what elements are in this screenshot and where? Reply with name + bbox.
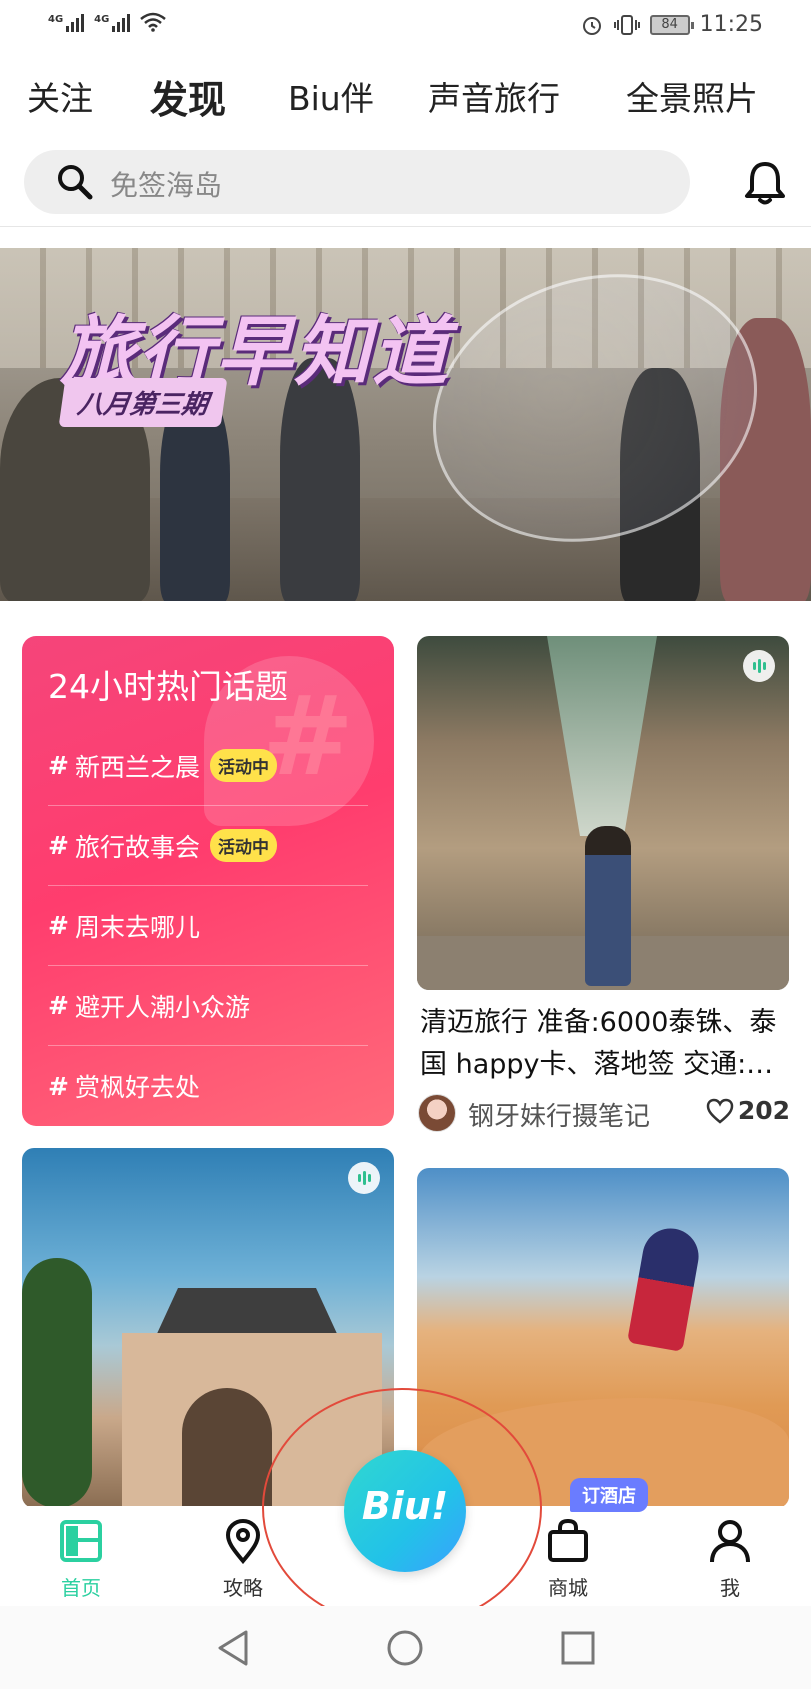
feed-card-image[interactable] [417, 1168, 789, 1508]
photo-tree [22, 1258, 92, 1508]
author-row: 钢牙妹行摄笔记 202 [418, 1094, 790, 1136]
vibrate-icon [613, 14, 640, 35]
feed-card-image[interactable] [22, 1148, 394, 1508]
like-count: 202 [737, 1096, 790, 1125]
bell-icon[interactable] [740, 158, 790, 208]
hot-topics-card[interactable]: # 24小时热门话题 # 新西兰之晨 活动中 # 旅行故事会 活动中 # 周末去… [22, 636, 394, 1126]
status-bar-left: 4G 4G [48, 12, 167, 32]
nav-shop[interactable]: 商城 [528, 1518, 608, 1601]
home-circle-icon[interactable] [385, 1628, 425, 1668]
photo-roof [155, 1288, 339, 1338]
tab-biu-partner[interactable]: Biu伴 [288, 72, 374, 120]
clock: 11:25 [699, 12, 763, 37]
tab-follow[interactable]: 关注 [27, 72, 93, 120]
top-tabs: 关注 发现 Biu伴 声音旅行 全景照片 [0, 72, 811, 128]
hash-icon: # [48, 911, 69, 940]
banner[interactable]: 旅行早知道 八月第三期 [0, 248, 811, 601]
hot-topic-item[interactable]: # 新西兰之晨 活动中 [48, 726, 368, 806]
hot-topics-title: 24小时热门话题 [48, 667, 288, 706]
hot-topic-label: 避开人潮小众游 [74, 992, 250, 1022]
search-input[interactable]: 免签海岛 [24, 150, 690, 214]
hot-topic-item[interactable]: # 避开人潮小众游 [48, 966, 368, 1046]
like-button[interactable]: 202 [706, 1096, 790, 1125]
feed-card-image[interactable] [417, 636, 789, 990]
feed-card-title[interactable]: 清迈旅行 准备:6000泰铢、泰国 happy卡、落地签 交通:… [420, 1002, 790, 1086]
hot-topic-label: 新西兰之晨 [74, 752, 200, 782]
status-bar-right: 84 11:25 [580, 12, 763, 37]
active-badge: 活动中 [209, 829, 277, 862]
nav-guide[interactable]: 攻略 [203, 1518, 283, 1601]
nav-guide-label: 攻略 [223, 1576, 263, 1600]
tab-panorama[interactable]: 全景照片 [626, 72, 758, 120]
signal-icon: 4G [94, 14, 131, 32]
network-type: 4G [48, 14, 64, 25]
biu-button[interactable]: Biu! [344, 1450, 466, 1572]
network-type: 4G [94, 14, 110, 25]
battery-icon: 84 [649, 14, 694, 35]
back-icon[interactable] [214, 1628, 254, 1668]
recents-icon[interactable] [558, 1628, 598, 1668]
location-pin-icon [225, 1518, 261, 1565]
author-name[interactable]: 钢牙妹行摄笔记 [468, 1096, 650, 1133]
biu-button-label: Biu! [361, 1484, 449, 1528]
hash-icon: # [48, 751, 69, 780]
hot-topics-list: # 新西兰之晨 活动中 # 旅行故事会 活动中 # 周末去哪儿 # 避开人潮小众… [48, 726, 368, 1126]
search-placeholder: 免签海岛 [110, 169, 223, 202]
hot-topic-item[interactable]: # 周末去哪儿 [48, 886, 368, 966]
hot-topic-label: 周末去哪儿 [74, 912, 200, 942]
nav-home[interactable]: 首页 [41, 1518, 121, 1601]
active-badge: 活动中 [209, 749, 277, 782]
wifi-icon [140, 12, 167, 32]
signal-icon: 4G [48, 14, 85, 32]
nav-me-label: 我 [720, 1576, 740, 1600]
tab-audio-travel[interactable]: 声音旅行 [428, 72, 560, 120]
person-icon [710, 1520, 750, 1563]
alarm-icon [582, 16, 601, 35]
nav-home-label: 首页 [61, 1576, 101, 1600]
nav-me[interactable]: 我 [690, 1518, 770, 1601]
hot-topic-label: 赏枫好去处 [74, 1073, 200, 1102]
hotel-booking-tag[interactable]: 订酒店 [570, 1478, 648, 1512]
home-icon [60, 1520, 102, 1562]
tab-discover-label: 发现 [150, 78, 227, 122]
photo-person [585, 826, 631, 986]
tab-discover[interactable]: 发现 [150, 69, 226, 124]
hot-topic-item[interactable]: # 赏枫好去处 [48, 1046, 368, 1126]
banner-subtitle: 八月第三期 [58, 378, 228, 427]
audio-icon [348, 1162, 380, 1194]
status-bar: 4G 4G 84 11:25 [0, 0, 811, 54]
hot-topic-item[interactable]: # 旅行故事会 活动中 [48, 806, 368, 886]
system-nav-bar [0, 1606, 811, 1689]
hash-icon: # [48, 1071, 69, 1101]
photo-person [627, 1224, 703, 1352]
hash-icon: # [48, 991, 69, 1020]
heart-icon [706, 1098, 734, 1124]
search-icon [58, 165, 93, 200]
photo-gate [182, 1388, 272, 1508]
hot-topic-label: 旅行故事会 [74, 832, 200, 862]
arcade-skylight [547, 636, 657, 836]
audio-icon [743, 650, 775, 682]
shopping-bag-icon [548, 1518, 588, 1562]
hash-icon: # [48, 831, 69, 860]
header-divider [0, 226, 811, 227]
avatar[interactable] [418, 1094, 456, 1132]
nav-shop-label: 商城 [548, 1576, 588, 1600]
